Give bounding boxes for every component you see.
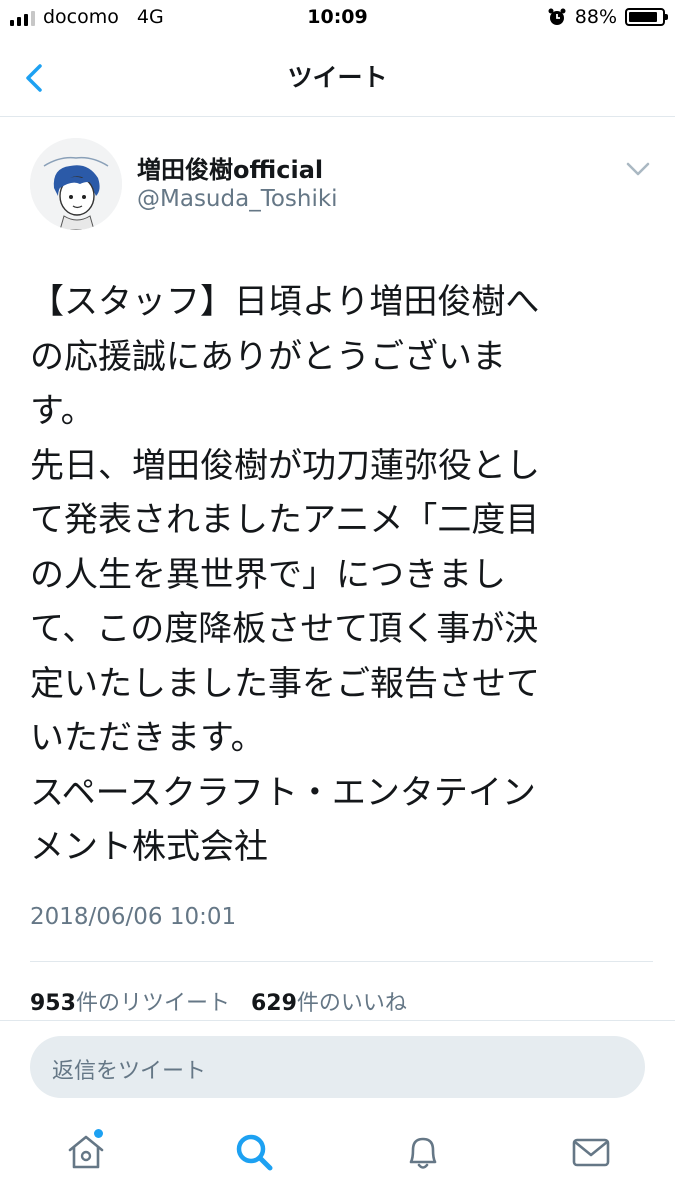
new-content-indicator-dot <box>94 1129 103 1138</box>
avatar-illustration-icon <box>30 138 122 230</box>
divider <box>0 1020 675 1021</box>
user-handle[interactable]: @Masuda_Toshiki <box>137 186 338 212</box>
page-title: ツイート <box>287 63 388 92</box>
tweet-text-line: スペースクラフト・エンタテイン <box>30 772 536 813</box>
tweet-text-line: 【スタッフ】日頃より増田俊樹へ <box>30 282 540 322</box>
status-right: 88% <box>547 6 668 28</box>
like-count-link[interactable]: 629件のいいね <box>251 991 407 1016</box>
battery-fill <box>629 12 658 22</box>
tweet-text: 【スタッフ】日頃より増田俊樹へ の応援誠にありがとうございま す。 先日、増田俊… <box>30 275 630 875</box>
tab-bar <box>0 1110 675 1200</box>
like-count: 629 <box>250 991 297 1016</box>
tweet-stats: 953件のリツイート 629件のいいね <box>30 985 421 1017</box>
tweet-text-line: 先日、増田俊樹が功刀蓮弥役とし <box>30 445 540 486</box>
tweet-text-line: す。 <box>30 391 95 431</box>
divider <box>30 961 653 962</box>
retweet-count-link[interactable]: 953件のリツイート <box>30 991 230 1016</box>
tweet-text-line: いただきます。 <box>30 718 265 758</box>
status-bar: docomo 4G 10:09 88% <box>0 0 675 40</box>
tweet-text-line: て、この度降板させて頂く事が決 <box>30 609 539 649</box>
avatar[interactable] <box>30 138 122 230</box>
tweet-text-line: て発表されましたアニメ「二度目 <box>30 500 540 540</box>
reply-placeholder: 返信をツイート <box>52 1059 207 1084</box>
tweet-text-line: 定いたしました事をご報告させて <box>30 663 540 704</box>
display-name[interactable]: 増田俊樹official <box>137 150 323 185</box>
mail-icon[interactable] <box>569 1130 613 1174</box>
chevron-down-icon[interactable] <box>624 158 652 180</box>
retweet-count: 953 <box>30 991 76 1016</box>
tweet-timestamp: 2018/06/06 10:01 <box>30 904 237 930</box>
retweet-label: 件のリツイート <box>75 991 230 1016</box>
battery-percent: 88% <box>574 6 617 28</box>
like-label: 件のいいね <box>296 991 407 1016</box>
search-icon[interactable] <box>232 1130 276 1174</box>
tweet-text-line: メント株式会社 <box>30 827 268 867</box>
battery-icon <box>625 8 668 26</box>
alarm-icon <box>548 8 566 25</box>
reply-input[interactable]: 返信をツイート <box>30 1036 645 1098</box>
nav-bar: ツイート <box>0 40 675 117</box>
tweet-text-line: の応援誠にありがとうございま <box>30 336 506 377</box>
tweet-text-line: の人生を異世界で」につきまし <box>30 554 506 595</box>
bell-icon[interactable] <box>401 1130 445 1174</box>
